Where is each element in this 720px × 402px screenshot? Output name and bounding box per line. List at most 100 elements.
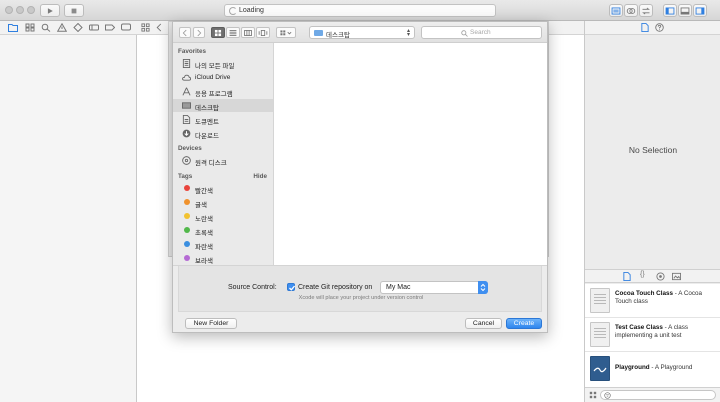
disc-icon <box>182 156 191 165</box>
report-bubble-icon <box>121 23 131 31</box>
symbol-icon <box>25 23 35 32</box>
search-field[interactable]: Search <box>421 26 542 39</box>
sidebar-item-applications[interactable]: 응용 프로그램 <box>173 85 273 98</box>
back-button[interactable] <box>179 27 191 38</box>
file-template-library-tab[interactable] <box>623 272 631 283</box>
library-view-mode-button[interactable] <box>589 391 597 401</box>
sidebar-item-label: 귤색 <box>195 202 207 209</box>
grid-icon <box>141 23 150 32</box>
cancel-button[interactable]: Cancel <box>465 318 502 329</box>
sidebar-item-desktop[interactable]: 데스크탑 <box>173 99 273 112</box>
bottom-panel-icon <box>680 7 690 14</box>
playground-icon <box>590 356 610 381</box>
related-items-button[interactable] <box>141 23 150 34</box>
assistant-editor-button[interactable] <box>624 4 638 17</box>
activity-status-text: Loading <box>239 7 264 14</box>
file-inspector-tab[interactable] <box>641 23 649 34</box>
test-navigator-tab[interactable] <box>73 23 83 33</box>
sidebar-item-all-files[interactable]: 나의 모든 파일 <box>173 57 273 70</box>
find-navigator-tab[interactable] <box>41 23 51 33</box>
sidebar-item-label: 초록색 <box>195 230 213 237</box>
sidebar-tag-blue[interactable]: 파란색 <box>173 238 273 251</box>
sidebar-tag-purple[interactable]: 보라색 <box>173 252 273 265</box>
icon-view-icon <box>214 29 222 36</box>
sidebar-item-downloads[interactable]: 다운로드 <box>173 127 273 140</box>
debug-navigator-tab[interactable] <box>89 23 99 33</box>
sidebar-item-label: 파란색 <box>195 244 213 251</box>
cocoa-touch-class-icon <box>590 288 610 313</box>
chevron-right-icon <box>197 29 202 36</box>
tags-hide-button[interactable]: Hide <box>253 173 267 180</box>
orange-tag-icon <box>184 199 190 205</box>
folder-icon <box>8 24 18 32</box>
new-folder-button[interactable]: New Folder <box>185 318 237 329</box>
go-back-button[interactable] <box>155 23 163 34</box>
quick-help-tab[interactable] <box>655 23 664 34</box>
desktop-icon <box>182 102 191 109</box>
inspector-selector-bar <box>585 21 720 35</box>
create-button[interactable]: Create <box>506 318 542 329</box>
file-template-icon <box>623 272 631 281</box>
sidebar-tag-red[interactable]: 빨간색 <box>173 182 273 195</box>
report-navigator-tab[interactable] <box>121 23 131 33</box>
chevron-left-icon <box>156 23 162 32</box>
sidebar-item-documents[interactable]: 도큐멘트 <box>173 113 273 126</box>
standard-editor-button[interactable] <box>609 4 623 17</box>
issue-navigator-tab[interactable] <box>57 23 67 33</box>
library-filter-input[interactable] <box>600 390 716 400</box>
stop-button[interactable] <box>64 4 84 17</box>
test-diamond-icon <box>73 23 83 32</box>
library-filter-bar <box>585 387 720 402</box>
grid-view-icon <box>589 391 597 399</box>
column-view-button[interactable] <box>241 27 255 38</box>
desktop-folder-icon <box>314 30 323 36</box>
play-icon <box>47 7 53 14</box>
sidebar-item-remote-disc[interactable]: 원격 디스크 <box>173 154 273 167</box>
symbol-navigator-tab[interactable] <box>25 23 35 33</box>
code-snippet-library-tab[interactable]: {} <box>640 271 645 278</box>
icon-view-button[interactable] <box>211 27 225 38</box>
location-popup[interactable]: 데스크탑 ▴ ▾ <box>309 26 415 39</box>
sidebar-item-label: 노란색 <box>195 216 213 223</box>
version-editor-icon <box>642 7 650 14</box>
toggle-utilities-button[interactable] <box>693 4 707 17</box>
run-button[interactable] <box>40 4 60 17</box>
media-library-tab[interactable] <box>672 272 681 283</box>
breakpoint-navigator-tab[interactable] <box>105 23 115 33</box>
purple-tag-icon <box>184 255 190 261</box>
sidebar-tag-orange[interactable]: 귤색 <box>173 196 273 209</box>
arrange-menu-button[interactable] <box>276 27 296 38</box>
zoom-window-button[interactable] <box>27 6 35 14</box>
cover-flow-view-button[interactable] <box>256 27 270 38</box>
close-window-button[interactable] <box>5 6 13 14</box>
sidebar-item-label: 보라색 <box>195 258 213 265</box>
sidebar-item-icloud-drive[interactable]: iCloud Drive <box>173 71 273 84</box>
library-item-cocoa-touch-class[interactable]: Cocoa Touch Class - A Cocoa Touch class <box>585 284 720 318</box>
toggle-navigator-button[interactable] <box>663 4 677 17</box>
toggle-debug-area-button[interactable] <box>678 4 692 17</box>
object-library-tab[interactable] <box>656 272 665 283</box>
assistant-editor-icon <box>626 7 636 14</box>
create-git-repo-checkbox[interactable] <box>287 283 296 291</box>
minimize-window-button[interactable] <box>16 6 24 14</box>
project-navigator-tab[interactable] <box>8 23 18 33</box>
debug-gauge-icon <box>89 24 99 31</box>
library-item-test-case-class[interactable]: Test Case Class - A class implementing a… <box>585 318 720 352</box>
sidebar-item-label: 나의 모든 파일 <box>195 63 235 70</box>
sidebar-item-label: 데스크탑 <box>195 105 219 112</box>
list-view-button[interactable] <box>226 27 240 38</box>
documents-icon <box>182 115 191 124</box>
sidebar-tag-yellow[interactable]: 노란색 <box>173 210 273 223</box>
tags-header: Tags <box>178 173 193 180</box>
downloads-icon <box>182 129 191 138</box>
git-target-popup[interactable]: My Mac <box>380 281 488 294</box>
devices-header: Devices <box>178 145 202 152</box>
version-editor-button[interactable] <box>639 4 653 17</box>
file-browser-area[interactable] <box>274 43 547 265</box>
forward-button[interactable] <box>193 27 205 38</box>
right-panel-icon <box>695 7 705 14</box>
sidebar-tag-green[interactable]: 초록색 <box>173 224 273 237</box>
library-item-playground[interactable]: Playground - A Playground <box>585 352 720 386</box>
arrange-icon <box>280 29 292 35</box>
standard-editor-icon <box>611 7 621 14</box>
